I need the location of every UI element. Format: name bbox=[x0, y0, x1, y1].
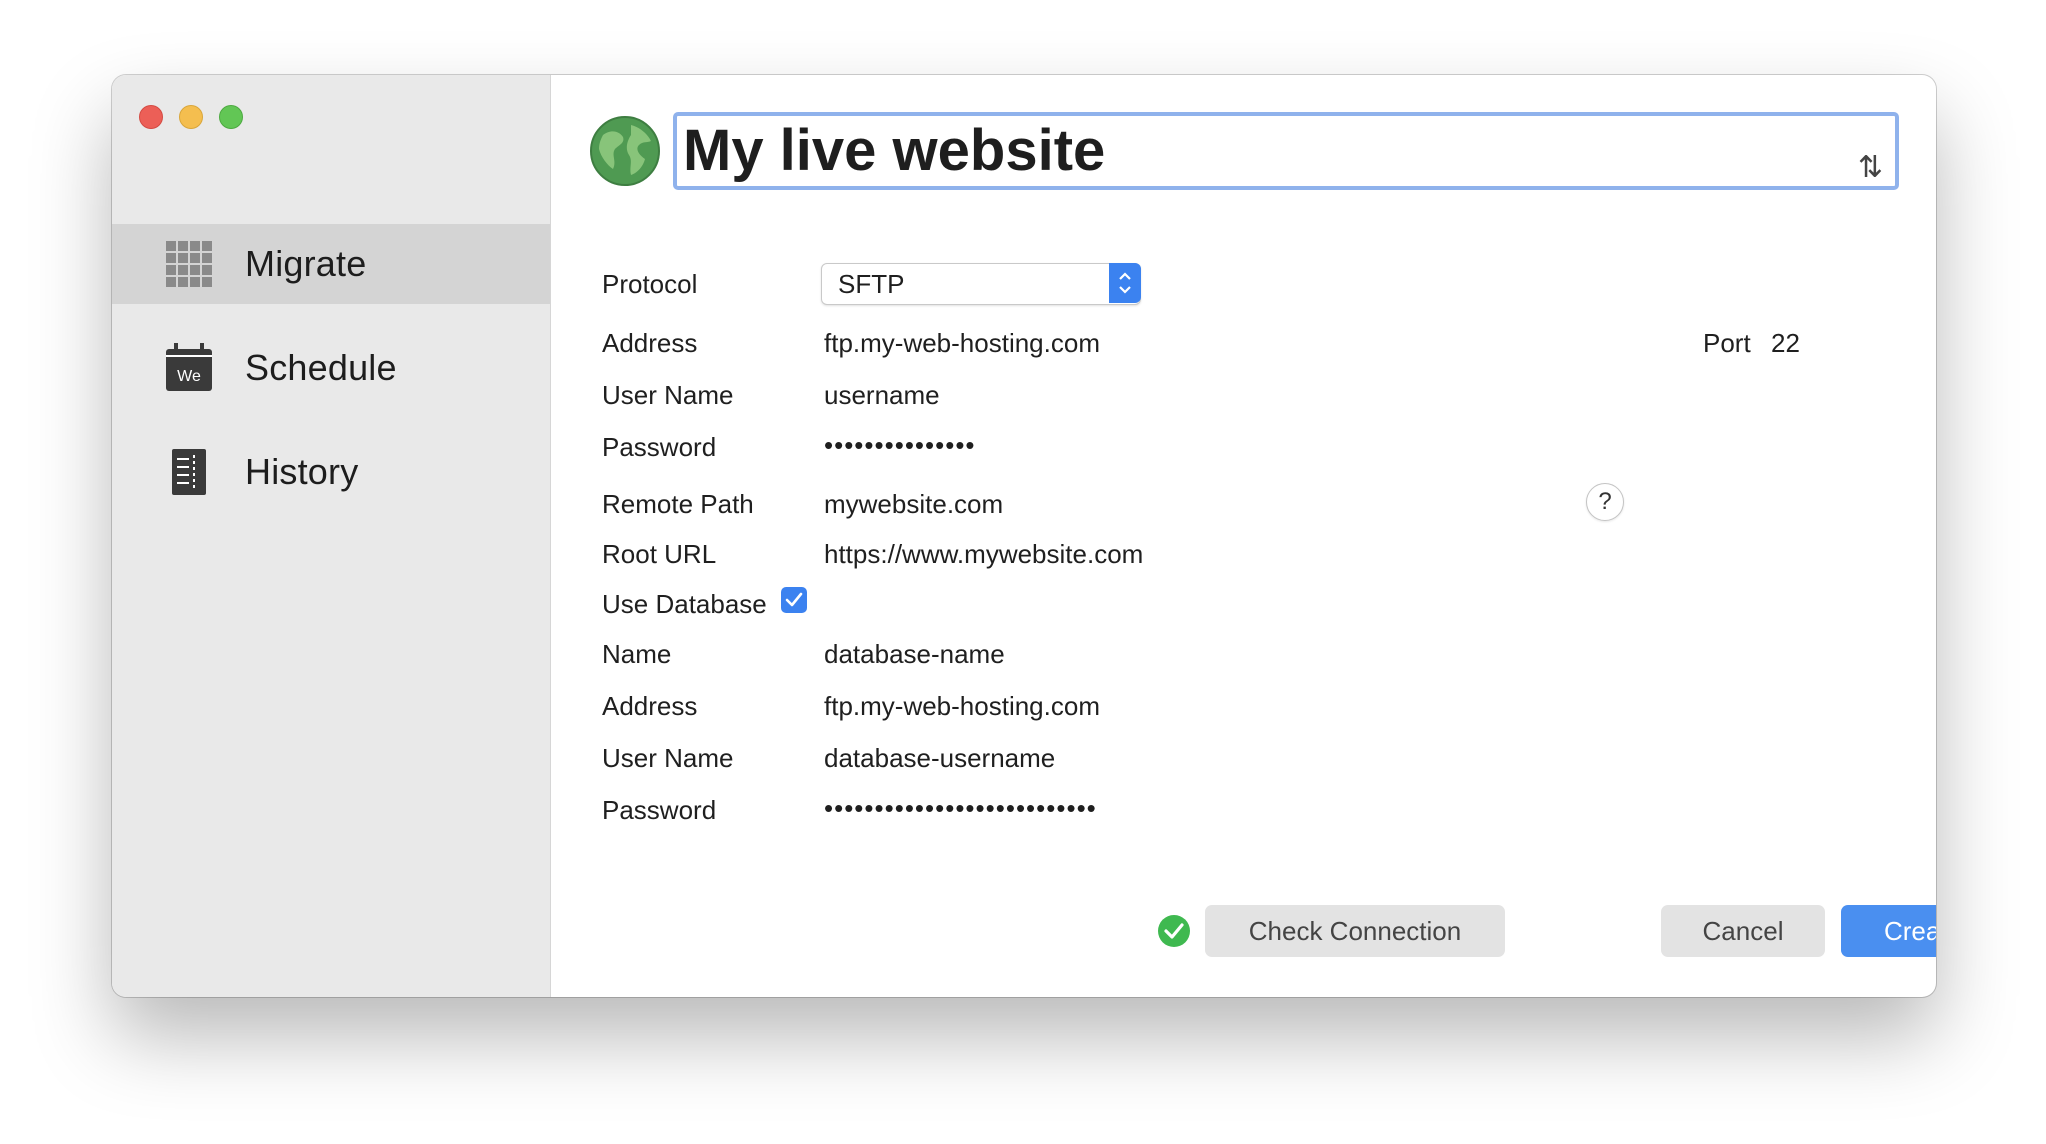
help-button[interactable]: ? bbox=[1586, 483, 1624, 521]
close-window-button[interactable] bbox=[139, 105, 163, 129]
db-address-field[interactable]: ftp.my-web-hosting.com bbox=[824, 691, 1100, 722]
remote-path-label: Remote Path bbox=[602, 489, 754, 519]
password-field[interactable]: ••••••••••••••• bbox=[824, 430, 976, 461]
sidebar-item-label: History bbox=[245, 451, 359, 492]
db-password-field[interactable]: ••••••••••••••••••••••••••• bbox=[824, 793, 1097, 824]
calendar-icon: We bbox=[166, 343, 212, 391]
root-url-field[interactable]: https://www.mywebsite.com bbox=[824, 539, 1143, 570]
sidebar: Migrate We Schedule History bbox=[112, 75, 551, 997]
username-field[interactable]: username bbox=[824, 380, 940, 411]
protocol-select[interactable]: SFTP bbox=[821, 263, 1141, 305]
protocol-label: Protocol bbox=[602, 269, 698, 299]
connection-ok-icon bbox=[1158, 915, 1190, 947]
root-url-label: Root URL bbox=[602, 539, 717, 569]
db-name-field[interactable]: database-name bbox=[824, 639, 1005, 670]
address-field[interactable]: ftp.my-web-hosting.com bbox=[824, 328, 1100, 359]
main-panel: My live website ⇅ Protocol SFTP Address … bbox=[551, 75, 1936, 997]
port-label: Port bbox=[1703, 328, 1751, 358]
calendar-day-text: We bbox=[177, 368, 201, 385]
site-name-text: My live website bbox=[683, 118, 1106, 183]
zoom-window-button[interactable] bbox=[219, 105, 243, 129]
checkmark-icon bbox=[785, 592, 803, 607]
sidebar-item-migrate[interactable]: Migrate bbox=[112, 224, 550, 304]
chevron-up-down-icon bbox=[1119, 272, 1131, 294]
grid-icon bbox=[166, 241, 212, 287]
db-name-label: Name bbox=[602, 639, 672, 669]
globe-icon bbox=[590, 116, 660, 186]
site-name-input[interactable]: My live website ⇅ bbox=[673, 112, 1899, 190]
sidebar-item-label: Migrate bbox=[245, 243, 367, 284]
username-label: User Name bbox=[602, 380, 734, 410]
sidebar-item-label: Schedule bbox=[245, 347, 397, 388]
db-password-label: Password bbox=[602, 795, 717, 825]
sidebar-item-schedule[interactable]: We Schedule bbox=[112, 328, 550, 408]
db-username-field[interactable]: database-username bbox=[824, 743, 1055, 774]
check-connection-button[interactable]: Check Connection bbox=[1205, 905, 1505, 957]
use-database-label: Use Database bbox=[602, 589, 767, 619]
protocol-select-value: SFTP bbox=[838, 269, 905, 299]
create-button[interactable]: Create bbox=[1841, 905, 1936, 957]
password-label: Password bbox=[602, 432, 717, 462]
sort-arrows-icon[interactable]: ⇅ bbox=[1858, 150, 1883, 185]
sidebar-item-history[interactable]: History bbox=[112, 432, 550, 512]
history-list-icon bbox=[172, 449, 206, 495]
db-address-label: Address bbox=[602, 691, 698, 721]
port-field[interactable]: 22 bbox=[1771, 328, 1800, 359]
remote-path-field[interactable]: mywebsite.com bbox=[824, 489, 1003, 520]
cancel-button[interactable]: Cancel bbox=[1661, 905, 1825, 957]
select-stepper[interactable] bbox=[1109, 263, 1141, 303]
use-database-checkbox[interactable] bbox=[781, 587, 807, 613]
app-window: Migrate We Schedule History My live webs… bbox=[112, 75, 1936, 997]
address-label: Address bbox=[602, 328, 698, 358]
db-username-label: User Name bbox=[602, 743, 734, 773]
minimize-window-button[interactable] bbox=[179, 105, 203, 129]
